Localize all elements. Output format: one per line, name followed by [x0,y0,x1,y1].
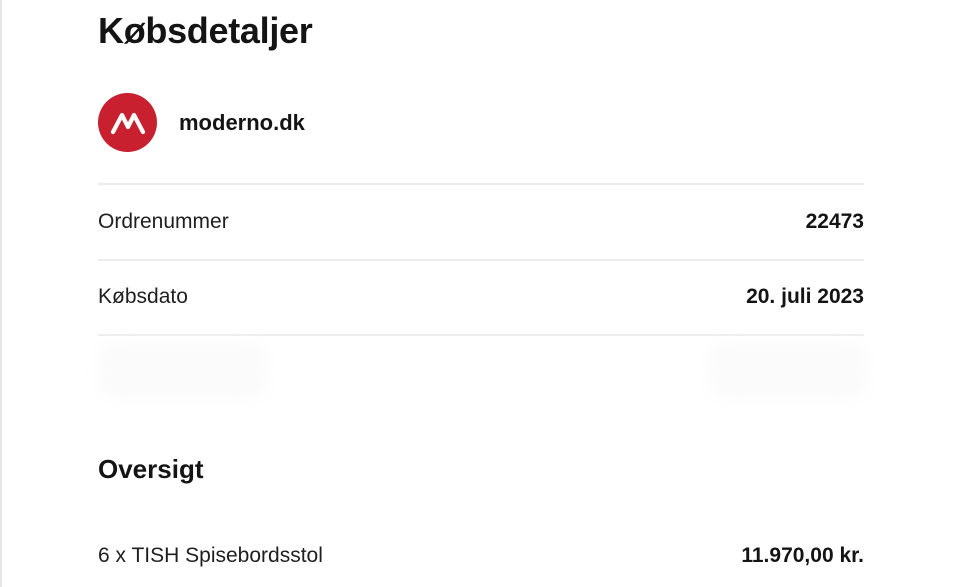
overview-item-label: 6 x TISH Spisebordsstol [98,544,323,567]
overview-title: Oversigt [98,454,204,484]
order-number-value: 22473 [805,210,864,233]
merchant-info: moderno.dk [98,93,305,152]
overview-item-price: 11.970,00 kr. [741,544,864,567]
purchase-details-page: Købsdetaljer moderno.dk Ordrenummer 2247… [0,0,960,587]
divider [98,334,864,336]
moderno-logo-mark [110,112,145,134]
divider [98,183,864,185]
divider [98,259,864,261]
moderno-logo-icon [98,93,157,152]
purchase-date-label: Købsdato [98,285,188,308]
page-title: Købsdetaljer [98,10,313,51]
purchase-date-value: 20. juli 2023 [746,285,864,308]
redacted-area [708,340,868,400]
purchase-date-row: Købsdato 20. juli 2023 [98,282,864,312]
order-number-label: Ordrenummer [98,210,229,233]
overview-item-row: 6 x TISH Spisebordsstol 11.970,00 kr. [98,541,864,571]
order-number-row: Ordrenummer 22473 [98,207,864,237]
merchant-name: moderno.dk [179,109,305,135]
redacted-area [98,340,268,400]
left-edge-divider [0,0,2,587]
